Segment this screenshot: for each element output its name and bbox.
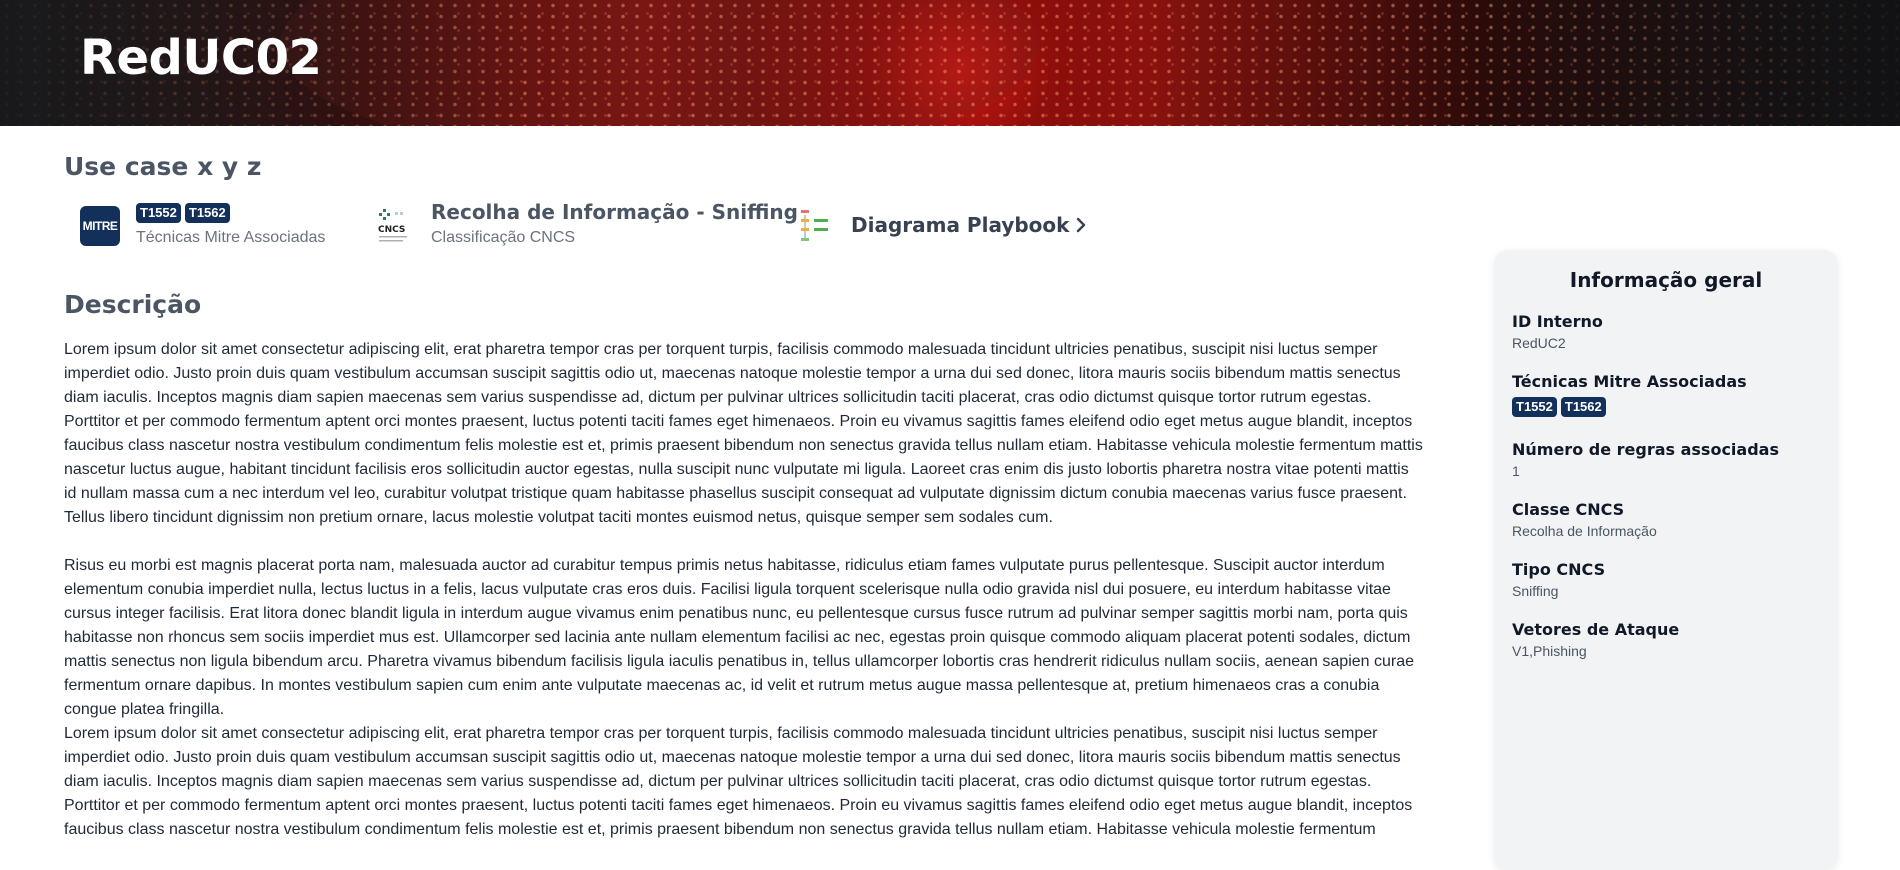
technique-badges: T1552 T1562	[136, 203, 230, 223]
mitre-techniques-label: Técnicas Mitre Associadas	[136, 229, 326, 246]
info-field-type: Tipo CNCS Sniffing	[1512, 560, 1605, 599]
chevron-right-icon	[1077, 217, 1086, 233]
playbook-diagram-link[interactable]: Diagrama Playbook	[851, 213, 1087, 237]
info-field-rules: Número de regras associadas 1	[1512, 440, 1779, 479]
technique-badge[interactable]: T1552	[1512, 397, 1557, 417]
info-field-class: Classe CNCS Recolha de Informação	[1512, 500, 1657, 539]
cncs-classification-title: Recolha de Informação - Sniffing	[431, 200, 798, 224]
info-label: Classe CNCS	[1512, 500, 1625, 519]
technique-badge[interactable]: T1552	[136, 203, 181, 223]
info-field-techniques: Técnicas Mitre Associadas T1552 T1562	[1512, 372, 1747, 417]
meta-row: MITRE T1552 T1562 Técnicas Mitre Associa…	[0, 200, 1200, 250]
info-label: Tipo CNCS	[1512, 560, 1606, 579]
cncs-classification-label: Classificação CNCS	[431, 229, 576, 246]
description-paragraph: Risus eu morbi est magnis placerat porta…	[64, 557, 1415, 718]
cncs-logo-text: CNCS	[378, 225, 405, 235]
info-label: ID Interno	[1512, 312, 1603, 331]
technique-badge[interactable]: T1562	[184, 203, 230, 223]
mitre-logo: MITRE	[80, 206, 120, 246]
info-value: Sniffing	[1512, 583, 1559, 599]
use-case-subtitle: Use case x y z	[64, 152, 262, 181]
description-body: Lorem ipsum dolor sit amet consectetur a…	[64, 338, 1424, 842]
info-value: Recolha de Informação	[1512, 523, 1657, 539]
description-paragraph: Lorem ipsum dolor sit amet consectetur a…	[64, 725, 1413, 838]
banner-fade-right	[1480, 0, 1900, 126]
general-info-panel: Informação geral ID Interno RedUC2 Técni…	[1494, 250, 1838, 870]
info-value: RedUC2	[1512, 335, 1566, 351]
info-label: Técnicas Mitre Associadas	[1512, 372, 1747, 391]
info-label: Vetores de Ataque	[1512, 620, 1680, 639]
cncs-logo: CNCS	[378, 209, 407, 242]
page-title: RedUC02	[80, 30, 322, 86]
playbook-diagram-label: Diagrama Playbook	[851, 213, 1070, 237]
general-info-title: Informação geral	[1569, 268, 1763, 292]
description-paragraph: Lorem ipsum dolor sit amet consectetur a…	[64, 341, 1423, 526]
info-field-id: ID Interno RedUC2	[1512, 312, 1603, 351]
info-value: V1,Phishing	[1512, 643, 1587, 659]
playbook-diagram-icon	[801, 210, 828, 241]
info-label: Número de regras associadas	[1512, 440, 1779, 459]
technique-badge[interactable]: T1562	[1560, 397, 1606, 417]
info-field-vectors: Vetores de Ataque V1,Phishing	[1512, 620, 1679, 659]
header-banner: RedUC02	[0, 0, 1900, 126]
info-value: 1	[1512, 463, 1520, 479]
description-heading: Descrição	[64, 290, 202, 319]
info-technique-badges: T1552 T1562	[1512, 397, 1747, 417]
